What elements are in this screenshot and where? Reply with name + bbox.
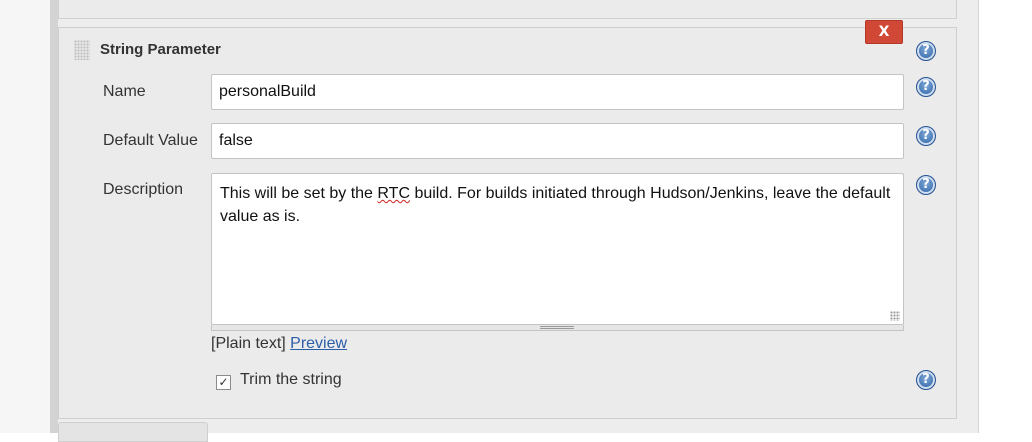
grip-lines-icon [540, 326, 574, 329]
left-gutter [0, 0, 50, 433]
format-mode-label: [Plain text] [211, 335, 286, 352]
drag-handle-icon[interactable] [74, 40, 90, 60]
textarea-resize-bar[interactable] [211, 325, 904, 331]
section-title: String Parameter [100, 41, 221, 58]
default-value-label: Default Value [103, 132, 198, 149]
delete-parameter-button[interactable]: X [865, 20, 903, 44]
description-textarea[interactable]: This will be set by the RTC build. For b… [211, 173, 904, 325]
previous-parameter-section [58, 0, 957, 19]
description-label: Description [103, 181, 184, 198]
help-icon[interactable]: ? [916, 175, 936, 195]
trim-checkbox-label[interactable]: Trim the string [240, 371, 342, 389]
help-icon[interactable]: ? [916, 126, 936, 146]
help-icon[interactable]: ? [916, 370, 936, 390]
description-text-start: This will be set by the [220, 185, 378, 202]
help-icon[interactable]: ? [916, 77, 936, 97]
name-input[interactable]: personalBuild [211, 74, 904, 110]
right-gutter [979, 0, 1032, 433]
spellcheck-word: RTC [377, 185, 410, 202]
name-label: Name [103, 83, 146, 100]
help-icon[interactable]: ? [916, 41, 936, 61]
resize-grip-icon[interactable] [890, 311, 900, 321]
trim-checkbox[interactable]: ✓ [216, 375, 231, 390]
left-border [50, 0, 58, 433]
format-line: [Plain text] Preview [211, 335, 347, 353]
default-value-input[interactable]: false [211, 123, 904, 159]
next-section-tab [58, 422, 208, 442]
preview-link[interactable]: Preview [290, 335, 347, 352]
